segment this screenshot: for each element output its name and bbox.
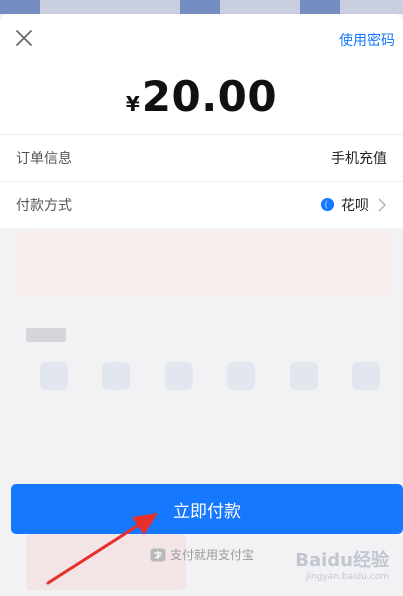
use-password-link[interactable]: 使用密码 [339,30,395,50]
payment-method-value: 花呗 [320,195,387,215]
amount-display: ¥20.00 [0,72,403,121]
payment-sheet: 使用密码 ¥20.00 订单信息 手机充值 付款方式 花呗 [0,14,403,228]
background-top-strip [0,0,403,14]
background-section-title [26,328,66,342]
currency-symbol: ¥ [125,92,140,116]
background-banner [14,230,390,296]
watermark-url: jingyan.baidu.com [305,572,389,582]
background-icon-row [40,362,380,392]
amount-value: 20.00 [141,72,278,121]
huabei-icon [320,197,335,212]
watermark-logo: Baidu经验 [295,550,389,571]
close-button[interactable] [12,26,36,50]
close-icon [16,30,32,46]
payment-method-name: 花呗 [341,197,369,214]
chevron-right-icon [378,197,387,212]
annotation-arrow-icon [46,513,158,585]
payment-method-row[interactable]: 付款方式 花呗 [0,181,403,227]
order-info-label: 订单信息 [16,150,72,167]
watermark: Baidu经验 jingyan.baidu.com [295,546,389,582]
order-info-row: 订单信息 手机充值 [0,134,403,180]
slogan-text: 支付就用支付宝 [170,548,255,562]
order-info-value: 手机充值 [331,150,387,167]
payment-method-label: 付款方式 [16,197,72,214]
